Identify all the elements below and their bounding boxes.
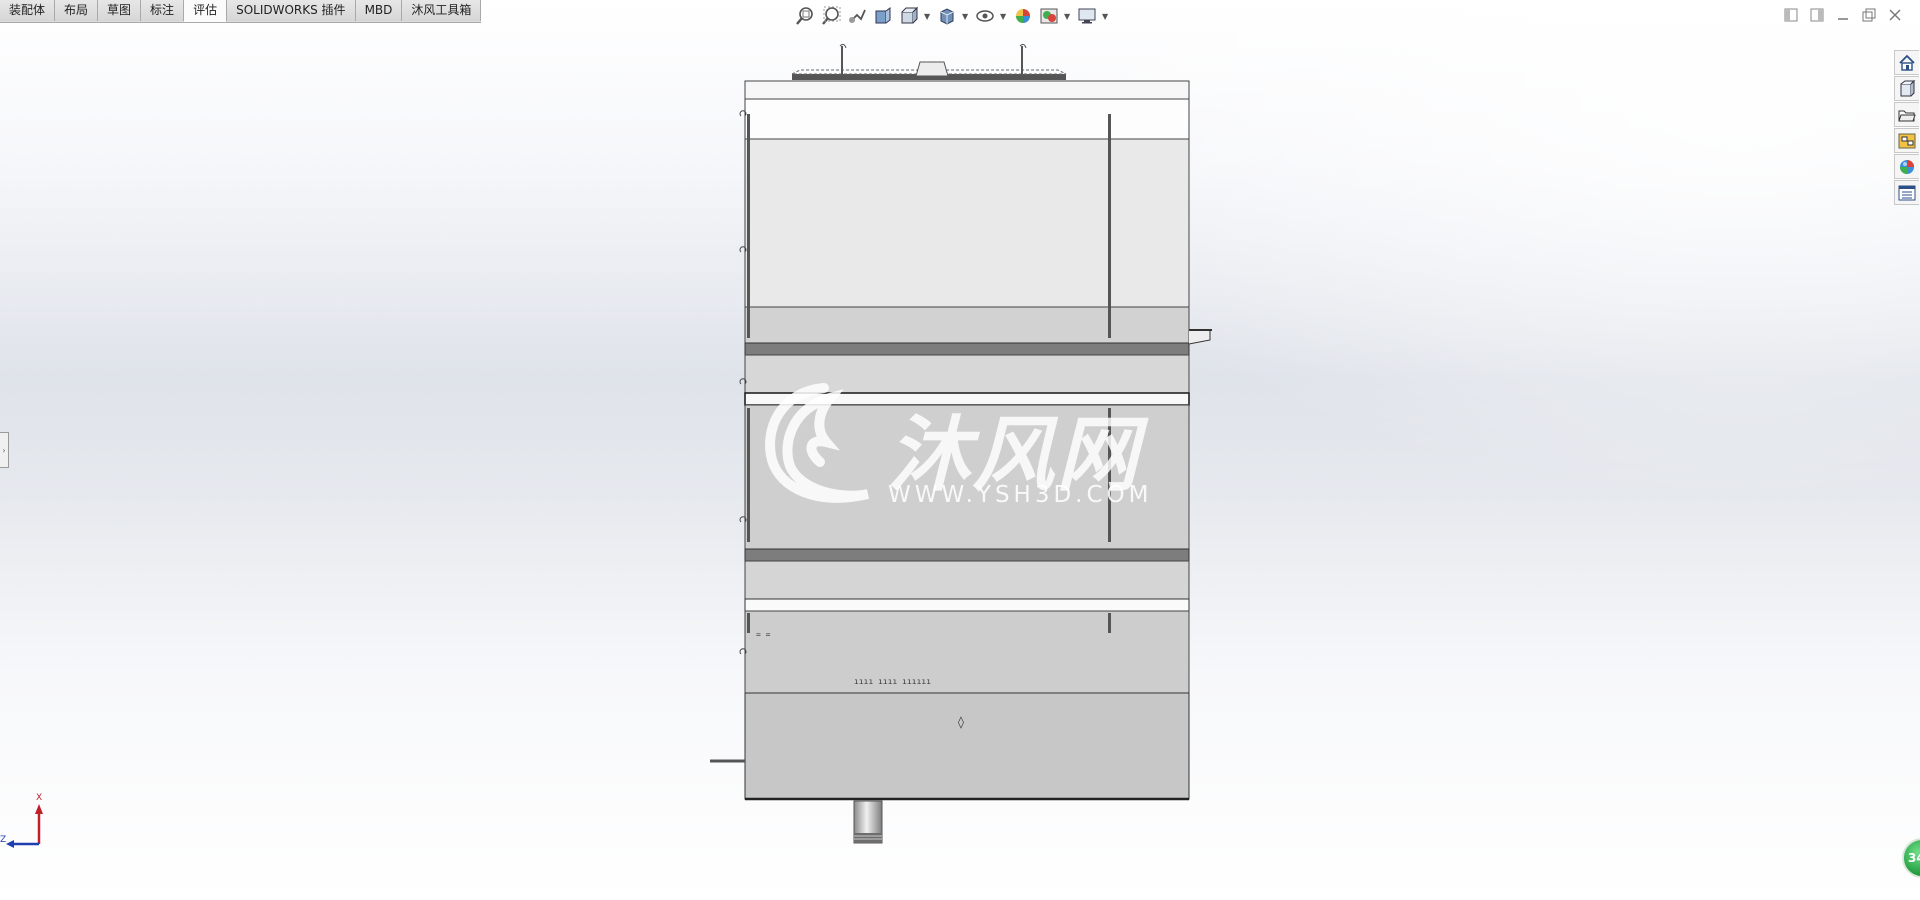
command-manager-tabs: 装配体 布局 草图 标注 评估 SOLIDWORKS 插件 MBD 沐风工具箱 — [0, 0, 482, 23]
chevron-down-icon[interactable]: ▼ — [1064, 12, 1072, 21]
section-view-icon[interactable] — [872, 5, 894, 27]
window-controls — [1782, 6, 1904, 24]
apply-scene-icon[interactable] — [1038, 5, 1060, 27]
feature-manager-flyout-handle[interactable]: › — [0, 432, 9, 468]
tab-layout[interactable]: 布局 — [55, 0, 99, 21]
design-library-icon[interactable] — [1894, 76, 1919, 101]
tab-sketch[interactable]: 草图 — [98, 0, 142, 21]
tab-mbd[interactable]: MBD — [355, 0, 403, 21]
chevron-down-icon[interactable]: ▼ — [1000, 12, 1008, 21]
triad-z-label: Z — [0, 835, 6, 845]
zoom-to-area-icon[interactable] — [820, 5, 842, 27]
tab-mufeng-toolbox[interactable]: 沐风工具箱 — [402, 0, 482, 21]
triad-x-label: X — [36, 793, 42, 803]
tile-left-icon[interactable] — [1782, 6, 1800, 24]
tab-markup[interactable]: 标注 — [141, 0, 185, 21]
svg-text:◊: ◊ — [958, 715, 964, 729]
svg-text:ıııı ıııı ıııııı: ıııı ıııı ıııııı — [854, 677, 931, 686]
drain-pipe — [853, 800, 883, 844]
dynamic-annotation-icon[interactable] — [898, 5, 920, 27]
previous-view-icon[interactable] — [846, 5, 868, 27]
display-style-icon[interactable] — [974, 5, 996, 27]
chevron-down-icon[interactable]: ▼ — [962, 12, 970, 21]
tab-evaluate[interactable]: 评估 — [184, 0, 228, 22]
view-palette-icon[interactable] — [1894, 128, 1919, 153]
lid-top-details — [791, 43, 1067, 80]
performance-status-badge[interactable]: 34 — [1902, 838, 1920, 878]
home-icon[interactable] — [1894, 50, 1919, 75]
zoom-to-fit-icon[interactable] — [794, 5, 816, 27]
file-explorer-icon[interactable] — [1894, 102, 1919, 127]
chevron-down-icon[interactable]: ▼ — [924, 12, 932, 21]
appearances-icon[interactable] — [1894, 154, 1919, 179]
minimize-icon[interactable] — [1834, 6, 1852, 24]
restore-icon[interactable] — [1860, 6, 1878, 24]
view-settings-icon[interactable] — [1076, 5, 1098, 27]
tile-right-icon[interactable] — [1808, 6, 1826, 24]
tab-solidworks-addins[interactable]: SOLIDWORKS 插件 — [227, 0, 356, 21]
tank-body — [744, 80, 1190, 801]
tab-assembly[interactable]: 装配体 — [0, 0, 56, 21]
task-pane-tabs — [1894, 50, 1920, 205]
cad-model-view[interactable]: ıııı ıııı ıııııı ◊ = = — [700, 38, 1220, 858]
custom-properties-icon[interactable] — [1894, 180, 1919, 205]
svg-text:= =: = = — [756, 630, 771, 639]
view-orientation-icon[interactable] — [936, 5, 958, 27]
reference-triad: X Z — [0, 793, 43, 848]
edit-appearance-icon[interactable] — [1012, 5, 1034, 27]
chevron-down-icon[interactable]: ▼ — [1102, 12, 1110, 21]
heads-up-view-toolbar: ▼ ▼ ▼ ▼ ▼ — [794, 4, 1110, 28]
close-icon[interactable] — [1886, 6, 1904, 24]
